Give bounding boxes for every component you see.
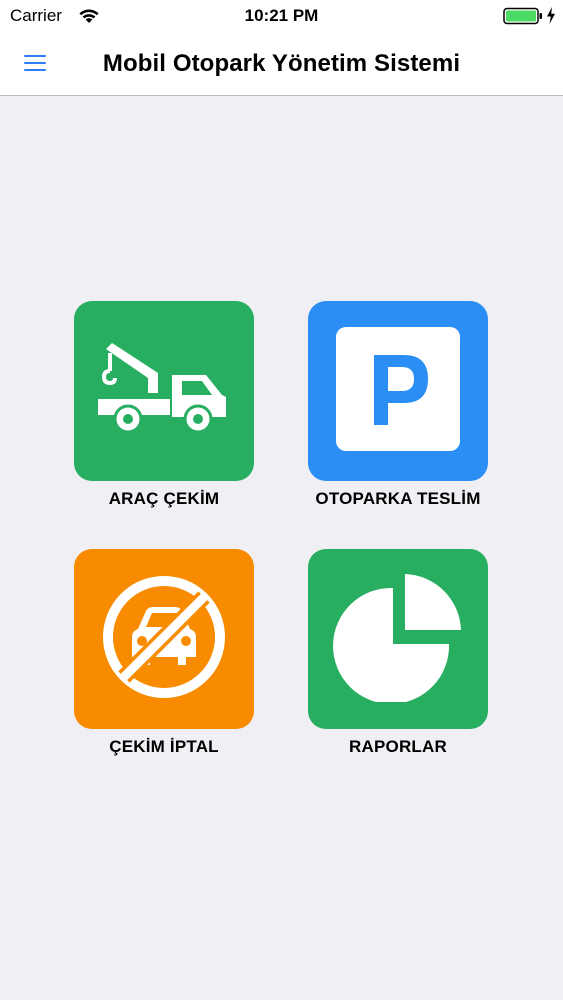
cancel-tow-tile-box[interactable] [74, 549, 254, 729]
tow-vehicle-label: ARAÇ ÇEKİM [108, 489, 220, 508]
cancel-tow-label: ÇEKİM İPTAL [109, 737, 219, 756]
tow-truck-icon [98, 341, 230, 442]
tow-vehicle-tile[interactable]: ARAÇ ÇEKİM [54, 301, 274, 521]
bolt-icon [546, 7, 556, 29]
status-bar: Carrier 10:21 PM [0, 0, 563, 34]
reports-tile-box[interactable] [308, 549, 488, 729]
reports-tile[interactable]: RAPORLAR [288, 549, 508, 769]
battery-icon [503, 7, 543, 30]
pie-chart-icon [333, 572, 463, 707]
tow-vehicle-tile-box[interactable] [74, 301, 254, 481]
parking-delivery-tile[interactable]: OTOPARKA TESLİM [288, 301, 508, 521]
parking-icon [336, 326, 460, 456]
no-car-icon [100, 573, 228, 706]
navigation-bar: Mobil Otopark Yönetim Sistemi [0, 34, 563, 96]
cancel-tow-tile[interactable]: ÇEKİM İPTAL [54, 549, 274, 769]
page-title: Mobil Otopark Yönetim Sistemi [102, 50, 461, 77]
parking-delivery-label: OTOPARKA TESLİM [315, 489, 481, 508]
clock: 10:21 PM [244, 6, 319, 25]
reports-label: RAPORLAR [349, 737, 447, 756]
parking-delivery-tile-box[interactable] [308, 301, 488, 481]
